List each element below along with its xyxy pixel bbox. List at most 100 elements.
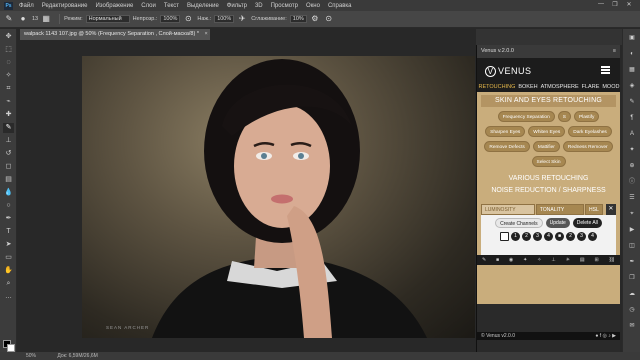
section-various-retouching[interactable]: VARIOUS RETOUCHING [481, 173, 616, 184]
eyedropper-tool-icon[interactable]: ⌁ [3, 97, 14, 107]
mask-number[interactable]: 3 [533, 232, 542, 241]
quick-select-tool-icon[interactable]: ✧ [3, 71, 14, 81]
select-skin-button[interactable]: Select Skin [531, 156, 566, 167]
brush-settings-icon[interactable]: ▦ [41, 14, 51, 24]
grid-icon[interactable]: ⊞ [595, 257, 599, 263]
tab-tonality-masks[interactable]: TONALITY MASKS [535, 204, 585, 224]
notes-panel-icon[interactable]: ✉ [627, 321, 637, 331]
redness-remover-button[interactable]: Redness Remover [562, 141, 613, 152]
tab-retouching[interactable]: RETOUCHING [478, 84, 515, 90]
blur-tool-icon[interactable]: 💧 [3, 188, 14, 198]
plastify-button[interactable]: Plastify [573, 111, 600, 122]
eraser-tool-icon[interactable]: ◻ [3, 162, 14, 172]
whiten-eyes-button[interactable]: Whiten Eyes [528, 126, 566, 137]
brush-tool-icon[interactable]: ✎ [3, 123, 14, 133]
actions-panel-icon[interactable]: ▶ [627, 225, 637, 235]
airbrush-icon[interactable]: ✈ [237, 14, 247, 24]
brightness-icon[interactable]: ☀ [566, 257, 570, 263]
square-icon[interactable]: ■ [496, 257, 499, 263]
zoom-tool-icon[interactable]: ⌕ [3, 279, 14, 289]
libraries-panel-icon[interactable]: ☁ [627, 289, 637, 299]
menu-edit[interactable]: Редактирование [42, 3, 88, 9]
info-panel-icon[interactable]: ⓘ [627, 177, 637, 187]
frequency-separation-button[interactable]: Frequency Separation [497, 111, 555, 122]
swatches-panel-icon[interactable]: ▦ [627, 65, 637, 75]
lasso-tool-icon[interactable]: ◌ [3, 58, 14, 68]
wand-icon[interactable]: ✧ [537, 257, 541, 263]
menu-help[interactable]: Справка [328, 3, 352, 9]
background-color-swatch[interactable] [7, 344, 15, 352]
mask-number[interactable]: 2 [522, 232, 531, 241]
link-icon[interactable]: ⛓ [609, 257, 615, 263]
close-document-icon[interactable]: × [205, 31, 208, 37]
mask-mid-square[interactable]: ■ [555, 232, 564, 241]
navigator-panel-icon[interactable]: ⌖ [627, 209, 637, 219]
color-panel-icon[interactable]: ◈ [627, 81, 637, 91]
tab-bokeh[interactable]: BOKEH [518, 84, 537, 90]
mask-number[interactable]: 2 [566, 232, 575, 241]
smoothing-field[interactable]: 10% [289, 15, 307, 23]
crop-tool-icon[interactable]: ⌗ [3, 84, 14, 94]
mask-number[interactable]: 1 [511, 232, 520, 241]
layers-panel-icon[interactable]: ❐ [627, 273, 637, 283]
minimize-button[interactable]: — [596, 1, 606, 9]
sparkle-icon[interactable]: ✦ [523, 257, 527, 263]
properties-panel-icon[interactable]: ☰ [627, 193, 637, 203]
stamp-tool-icon[interactable]: ⊥ [3, 136, 14, 146]
marquee-tool-icon[interactable]: ⬚ [3, 45, 14, 55]
shape-tool-icon[interactable]: ▭ [3, 253, 14, 263]
dark-eyelashes-button[interactable]: Dark Eyelashes [568, 126, 612, 137]
text-tool-icon[interactable]: T [3, 227, 14, 237]
opacity-field[interactable]: 100% [160, 15, 181, 23]
history-panel-icon[interactable]: ▣ [627, 33, 637, 43]
pressure-field[interactable]: 100% [214, 15, 235, 23]
timeline-panel-icon[interactable]: ◷ [627, 305, 637, 315]
mattifier-button[interactable]: Mattifier [532, 141, 560, 152]
healing-tool-icon[interactable]: ✚ [3, 110, 14, 120]
layers-icon[interactable]: ▤ [580, 257, 585, 263]
hand-tool-icon[interactable]: ✋ [3, 266, 14, 276]
remove-defects-button[interactable]: Remove Defects [484, 141, 530, 152]
mask-number[interactable]: 4 [544, 232, 553, 241]
clone-source-icon[interactable]: ⊕ [627, 161, 637, 171]
mode-select[interactable]: Нормальный [85, 15, 130, 23]
menu-layers[interactable]: Слои [141, 3, 156, 9]
venus-social-icons[interactable]: ● f ◎ ♪ ▶ [595, 332, 616, 340]
document-tab[interactable]: walpack 1143 107.jpg @ 50% (Frequency Se… [20, 29, 210, 40]
mask-number[interactable]: 4 [588, 232, 597, 241]
stamp-icon[interactable]: ⊥ [551, 257, 555, 263]
gradient-tool-icon[interactable]: ▤ [3, 175, 14, 185]
adjustments-panel-icon[interactable]: ◐ [627, 49, 637, 59]
maximize-button[interactable]: ❐ [610, 1, 620, 9]
menu-select[interactable]: Выделение [187, 3, 219, 9]
menu-filter[interactable]: Фильтр [227, 3, 247, 9]
brush-tool-icon[interactable]: ✎ [4, 14, 14, 24]
zoom-level[interactable]: 50% [26, 353, 36, 359]
pen-tool-icon[interactable]: ✒ [3, 214, 14, 224]
hamburger-menu-icon[interactable] [601, 66, 610, 74]
menu-view[interactable]: Просмотр [271, 3, 298, 9]
sharpen-eyes-button[interactable]: Sharpen Eyes [485, 126, 526, 137]
smoothing-settings-icon[interactable]: ⚙ [310, 14, 320, 24]
menu-type[interactable]: Текст [164, 3, 179, 9]
menu-file[interactable]: Файл [19, 3, 34, 9]
paths-panel-icon[interactable]: ✒ [627, 257, 637, 267]
brush-icon[interactable]: ✎ [482, 257, 486, 263]
styles-panel-icon[interactable]: ✎ [627, 97, 637, 107]
mask-square-icon[interactable] [500, 232, 509, 241]
path-select-tool-icon[interactable]: ➤ [3, 240, 14, 250]
create-channels-button[interactable]: Create Channels [495, 218, 543, 228]
close-window-button[interactable]: ✕ [624, 1, 634, 9]
section-noise-sharpness[interactable]: NOISE REDUCTION / SHARPNESS [481, 185, 616, 196]
update-button[interactable]: Update [545, 218, 570, 228]
character-panel-icon[interactable]: A [627, 129, 637, 139]
panel-menu-icon[interactable]: ≡ [613, 45, 616, 58]
more-tools-icon[interactable]: … [3, 292, 14, 302]
delete-all-button[interactable]: Delete All [572, 218, 602, 228]
paragraph-panel-icon[interactable]: ¶ [627, 113, 637, 123]
tab-flare[interactable]: FLARE [582, 84, 600, 90]
portrait-photo[interactable]: SEAN ARCHER [82, 56, 475, 338]
history-brush-icon[interactable]: ↺ [3, 149, 14, 159]
tab-luminosity-masks[interactable]: LUMINOSITY MASKS [481, 204, 535, 224]
tab-atmosphere[interactable]: ATMOSPHERE [541, 84, 579, 90]
